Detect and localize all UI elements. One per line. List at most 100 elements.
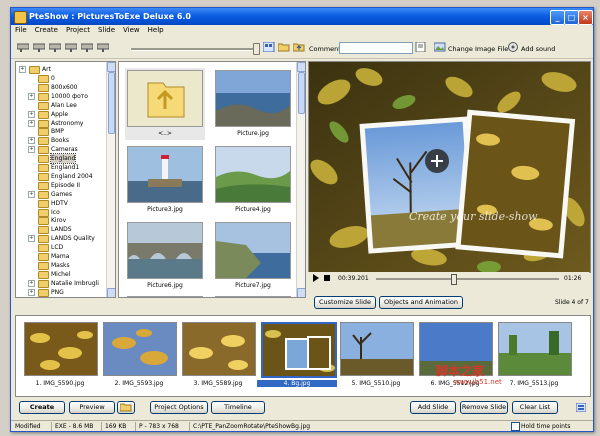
comment-edit-icon[interactable] [415, 42, 427, 52]
thumbnail-item[interactable]: Picture.jpg [213, 68, 293, 140]
tree-item-folder[interactable]: + Apple [16, 110, 105, 119]
view-list-icon[interactable] [576, 403, 586, 412]
preview-button[interactable]: Preview [69, 401, 115, 414]
drive-icon[interactable] [17, 42, 29, 52]
open-folder-button[interactable] [117, 401, 135, 414]
tree-expander[interactable]: + [28, 190, 35, 198]
tree-item-folder[interactable]: Masks [16, 261, 105, 270]
remove-slide-button[interactable]: Remove Slide [460, 401, 508, 414]
slide-item[interactable]: 5. IMG_5510.jpg [340, 322, 414, 390]
file-thumbnails-panel[interactable]: <..> Picture.jpg Picture3.jpg Picture4.jpg P… [118, 61, 306, 298]
tree-item-folder[interactable]: + PNG [16, 288, 105, 297]
view-grid-icon[interactable] [263, 42, 275, 52]
drive-icon-5[interactable] [81, 42, 93, 52]
folder-open-icon[interactable] [278, 42, 290, 52]
thumbs-scroll-up[interactable] [297, 62, 305, 72]
create-button[interactable]: Create [19, 401, 65, 414]
menu-slide[interactable]: Slide [94, 25, 119, 34]
drive-icon-3[interactable] [49, 42, 61, 52]
thumbs-scroll-thumb[interactable] [298, 72, 305, 114]
hold-time-label[interactable]: Hold time points [521, 423, 570, 430]
scroll-down-button[interactable] [107, 288, 115, 297]
tree-item-folder[interactable]: Alan Lee [16, 101, 105, 110]
slide-item[interactable]: 7. IMG_5513.jpg [498, 322, 572, 390]
thumbnail-item[interactable]: Picture7.jpg [213, 220, 293, 292]
tree-item-folder[interactable]: HDTV [16, 199, 105, 208]
add-sound-icon[interactable] [507, 42, 519, 52]
title-bar[interactable]: PteShow : PicturesToExe Deluxe 6.0 _ □ × [11, 8, 593, 25]
thumbnail-size-slider[interactable] [131, 48, 259, 51]
tree-expander[interactable]: + [28, 119, 35, 127]
minimize-button[interactable]: _ [550, 10, 565, 25]
tree-item-folder[interactable]: + Astronomy [16, 119, 105, 128]
comment-input[interactable] [339, 42, 413, 54]
tree-item-folder[interactable]: Episode II [16, 181, 105, 190]
tree-item-folder[interactable]: + LANDS Quality [16, 234, 105, 244]
tree-expander[interactable]: + [28, 235, 35, 243]
slide-preview[interactable]: Create your slide-show [308, 61, 591, 273]
tree-item-folder[interactable]: + Books [16, 136, 105, 146]
tree-item-folder[interactable]: LANDS [16, 225, 105, 235]
slide-item[interactable]: 1. IMG_5590.jpg [24, 322, 98, 390]
maximize-button[interactable]: □ [564, 10, 579, 25]
tree-expander[interactable]: + [19, 66, 26, 73]
menu-view[interactable]: View [119, 25, 144, 34]
project-options-button[interactable]: Project Options [150, 401, 208, 414]
tree-item-folder[interactable]: LCD [16, 243, 105, 253]
add-slide-button[interactable]: Add Slide [410, 401, 456, 414]
tree-expander[interactable]: + [28, 92, 35, 100]
tree-item-folder[interactable]: Kirov [16, 216, 105, 226]
thumbnail-item[interactable]: Picture3.jpg [125, 144, 205, 216]
folder-tree[interactable]: + Art 0 800x600 +10000 фото Alan Lee + Apple + As… [15, 61, 116, 298]
timeline-track[interactable] [376, 278, 559, 280]
change-image-label[interactable]: Change Image File [448, 45, 508, 53]
drive-icon-6[interactable] [97, 42, 109, 52]
add-sound-label[interactable]: Add sound [521, 45, 555, 53]
play-icon[interactable] [312, 274, 320, 282]
timeline-button[interactable]: Timeline [211, 401, 265, 414]
tree-scroll-thumb[interactable] [108, 72, 115, 134]
tree-item-folder[interactable]: 0 [16, 74, 105, 83]
menu-project[interactable]: Project [62, 25, 94, 34]
slide-item[interactable]: 3. IMG_5589.jpg [182, 322, 256, 390]
thumbnail-item[interactable]: Picture6.jpg [125, 220, 205, 292]
tree-item-folder[interactable]: 800x600 [16, 83, 105, 92]
tree-item-folder[interactable]: England 2004 [16, 172, 105, 181]
tree-item-folder[interactable]: Michel [16, 270, 105, 279]
thumbs-scrollbar[interactable] [296, 62, 305, 297]
folder-up-icon[interactable] [293, 42, 305, 52]
tree-expander[interactable]: + [28, 279, 35, 287]
tree-expander[interactable]: + [28, 110, 35, 118]
timeline-thumb[interactable] [450, 274, 457, 285]
menu-create[interactable]: Create [31, 25, 62, 34]
tree-item-folder[interactable]: England [16, 153, 105, 165]
tree-expander[interactable]: + [28, 288, 35, 296]
tree-item-folder[interactable]: BMP [16, 127, 105, 137]
slide-item[interactable]: 2. IMG_5593.jpg [103, 322, 177, 390]
menu-help[interactable]: Help [144, 25, 168, 34]
tree-item-folder[interactable]: Ico [16, 208, 105, 217]
thumbs-scroll-down[interactable] [297, 288, 305, 297]
tree-item-folder[interactable]: +10000 фото [16, 92, 105, 101]
hold-time-checkbox[interactable] [511, 422, 520, 431]
slide-list[interactable]: 1. IMG_5590.jpg 2. IMG_5593.jpg 3. IMG_558… [15, 315, 591, 397]
drive-icon-4[interactable] [65, 42, 77, 52]
tree-item-folder[interactable]: + Games [16, 190, 105, 199]
change-image-icon[interactable] [434, 42, 446, 52]
tree-scrollbar[interactable] [106, 62, 115, 297]
objects-animation-button[interactable]: Objects and Animation [379, 296, 463, 309]
tree-item-folder[interactable]: + Natalie Imbrugli [16, 279, 105, 288]
menu-file[interactable]: File [11, 25, 31, 34]
tree-expander[interactable]: + [28, 146, 35, 154]
slider-thumb[interactable] [253, 43, 260, 55]
stop-icon[interactable] [323, 274, 331, 282]
tree-item-folder[interactable]: Mama [16, 252, 105, 261]
customize-slide-button[interactable]: Customize Slide [314, 296, 376, 309]
thumbnail-item[interactable]: <..> [125, 68, 205, 140]
scroll-up-button[interactable] [107, 62, 115, 72]
tree-expander[interactable]: + [28, 137, 35, 145]
clear-list-button[interactable]: Clear List [512, 401, 558, 414]
tree-item-folder[interactable]: England1 [16, 163, 105, 172]
tree-root-art[interactable]: + Art [16, 65, 105, 74]
drive-icon-2[interactable] [33, 42, 45, 52]
